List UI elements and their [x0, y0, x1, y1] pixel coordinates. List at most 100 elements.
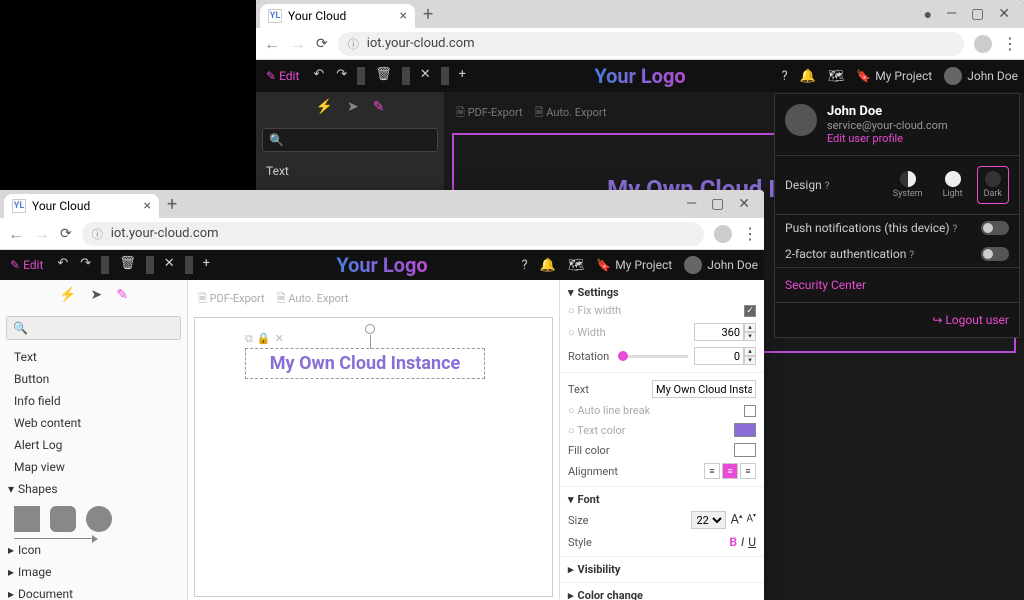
shape-square[interactable] — [14, 506, 40, 532]
browser-tab[interactable]: YL Your Cloud × — [4, 194, 159, 218]
add-icon[interactable]: + — [455, 67, 470, 85]
forward-arrow-icon[interactable]: → — [34, 224, 50, 244]
chrome-profile-icon[interactable] — [974, 35, 992, 53]
auto-line-break-checkbox[interactable] — [744, 405, 756, 417]
help-icon[interactable]: ? — [781, 69, 787, 84]
project-button[interactable]: 🔖 My Project — [596, 258, 672, 272]
visibility-header[interactable]: ▸Visibility — [568, 561, 756, 578]
theme-light[interactable]: Light — [937, 167, 969, 203]
connect-mode-icon[interactable]: ⚡ — [316, 99, 333, 115]
user-menu-button[interactable]: John Doe — [944, 67, 1018, 85]
width-input[interactable] — [694, 323, 744, 341]
sidebar-item-info-field[interactable]: Info field — [0, 390, 187, 412]
auto-export-button[interactable]: 🗎 Auto. Export — [535, 104, 607, 123]
lock-icon[interactable]: 🔒 — [257, 332, 271, 346]
minimize-icon[interactable]: — — [946, 6, 957, 23]
user-menu-button[interactable]: John Doe — [684, 256, 758, 274]
align-center-button[interactable]: ≡ — [722, 463, 738, 479]
draw-mode-icon[interactable]: ✎ — [116, 287, 128, 303]
step-up-icon[interactable]: ▴ — [744, 347, 756, 356]
text-color-swatch[interactable] — [734, 423, 756, 437]
connect-mode-icon[interactable]: ⚡ — [59, 287, 76, 303]
redo-icon[interactable]: ↷ — [76, 256, 95, 274]
address-bar[interactable]: ⓘ iot.your-cloud.com — [338, 32, 964, 56]
bell-icon[interactable]: 🔔 — [540, 258, 556, 273]
edit-button[interactable]: ✎ Edit — [6, 258, 47, 272]
pdf-export-button[interactable]: 🗎 PDF-Export — [456, 104, 523, 123]
close-icon[interactable]: ✕ — [416, 67, 435, 85]
minimize-icon[interactable]: — — [686, 196, 697, 212]
undo-icon[interactable]: ↶ — [53, 256, 72, 274]
maximize-icon[interactable]: ▢ — [971, 6, 984, 23]
two-factor-toggle[interactable] — [981, 247, 1009, 261]
browser-tab[interactable]: YL Your Cloud × — [260, 4, 415, 28]
project-button[interactable]: 🔖 My Project — [856, 69, 932, 83]
sidebar-item-text[interactable]: Text — [256, 158, 444, 184]
back-arrow-icon[interactable]: ← — [8, 224, 24, 244]
chrome-menu-icon[interactable]: ⋮ — [1002, 34, 1016, 53]
map-pin-icon[interactable]: 🗺 — [828, 69, 845, 84]
maximize-icon[interactable]: ▢ — [711, 196, 724, 212]
address-bar[interactable]: ⓘ iot.your-cloud.com — [82, 222, 704, 246]
search-input[interactable] — [6, 316, 181, 340]
fix-width-checkbox[interactable]: ✓ — [744, 305, 756, 317]
rotation-input[interactable] — [694, 347, 744, 365]
help-icon[interactable]: ? — [521, 258, 527, 273]
font-increase-button[interactable]: A▴ — [730, 512, 742, 527]
redo-icon[interactable]: ↷ — [332, 67, 351, 85]
undo-icon[interactable]: ↶ — [309, 67, 328, 85]
chrome-menu-icon[interactable]: ⋮ — [742, 224, 756, 243]
logout-button[interactable]: ↪ Logout user — [775, 302, 1019, 337]
font-header[interactable]: ▾Font — [568, 491, 756, 508]
dashboard-canvas-light[interactable]: ⧉ 🔒 ✕ My Own Cloud Instance — [194, 317, 553, 597]
font-size-select[interactable]: 22 — [691, 511, 726, 529]
cursor-mode-icon[interactable]: ➤ — [347, 99, 359, 115]
underline-button[interactable]: U — [748, 535, 756, 549]
copy-icon[interactable]: ⧉ — [245, 332, 253, 346]
close-tab-icon[interactable]: × — [400, 8, 407, 24]
new-tab-button[interactable]: + — [167, 194, 177, 215]
rotation-slider[interactable] — [618, 355, 688, 358]
sidebar-group-shapes[interactable]: ▾Shapes — [0, 478, 187, 500]
step-up-icon[interactable]: ▴ — [744, 323, 756, 332]
sidebar-item-alert-log[interactable]: Alert Log — [0, 434, 187, 456]
reload-icon[interactable]: ⟳ — [60, 226, 72, 242]
sidebar-item-text[interactable]: Text — [0, 346, 187, 368]
close-tab-icon[interactable]: × — [144, 198, 151, 214]
cursor-mode-icon[interactable]: ➤ — [90, 287, 102, 303]
fill-color-swatch[interactable] — [734, 443, 756, 457]
selected-text-element[interactable]: My Own Cloud Instance — [245, 348, 485, 379]
search-input[interactable] — [262, 128, 438, 152]
close-window-icon[interactable]: ✕ — [738, 196, 750, 212]
chrome-profile-icon[interactable] — [714, 225, 732, 243]
delete-icon[interactable]: ✕ — [275, 332, 284, 346]
close-icon[interactable]: ✕ — [160, 256, 179, 274]
add-icon[interactable]: + — [199, 256, 214, 274]
back-arrow-icon[interactable]: ← — [264, 34, 280, 54]
forward-arrow-icon[interactable]: → — [290, 34, 306, 54]
sidebar-item-map-view[interactable]: Map view — [0, 456, 187, 478]
bell-icon[interactable]: 🔔 — [800, 69, 816, 84]
sidebar-group-document[interactable]: ▸Document — [0, 583, 187, 600]
minimize-dot-icon[interactable]: ● — [924, 6, 932, 23]
sidebar-group-image[interactable]: ▸Image — [0, 561, 187, 583]
color-change-header[interactable]: ▸Color change — [568, 587, 756, 600]
trash-icon[interactable]: 🗑 — [371, 67, 396, 85]
sidebar-item-web-content[interactable]: Web content — [0, 412, 187, 434]
text-input[interactable] — [652, 380, 756, 398]
rotate-handle[interactable] — [365, 324, 375, 334]
step-down-icon[interactable]: ▾ — [744, 356, 756, 365]
push-toggle[interactable] — [981, 221, 1009, 235]
pdf-export-button[interactable]: 🗎 PDF-Export — [198, 290, 265, 309]
sidebar-item-button[interactable]: Button — [0, 368, 187, 390]
new-tab-button[interactable]: + — [423, 4, 433, 25]
edit-button[interactable]: ✎ Edit — [262, 69, 303, 83]
draw-mode-icon[interactable]: ✎ — [373, 99, 385, 115]
settings-header[interactable]: ▾Settings — [568, 284, 756, 301]
theme-system[interactable]: System — [887, 167, 929, 203]
step-down-icon[interactable]: ▾ — [744, 332, 756, 341]
trash-icon[interactable]: 🗑 — [115, 256, 140, 274]
shape-rounded[interactable] — [50, 506, 76, 532]
align-left-button[interactable]: ≡ — [704, 463, 720, 479]
font-decrease-button[interactable]: A▾ — [746, 512, 756, 527]
